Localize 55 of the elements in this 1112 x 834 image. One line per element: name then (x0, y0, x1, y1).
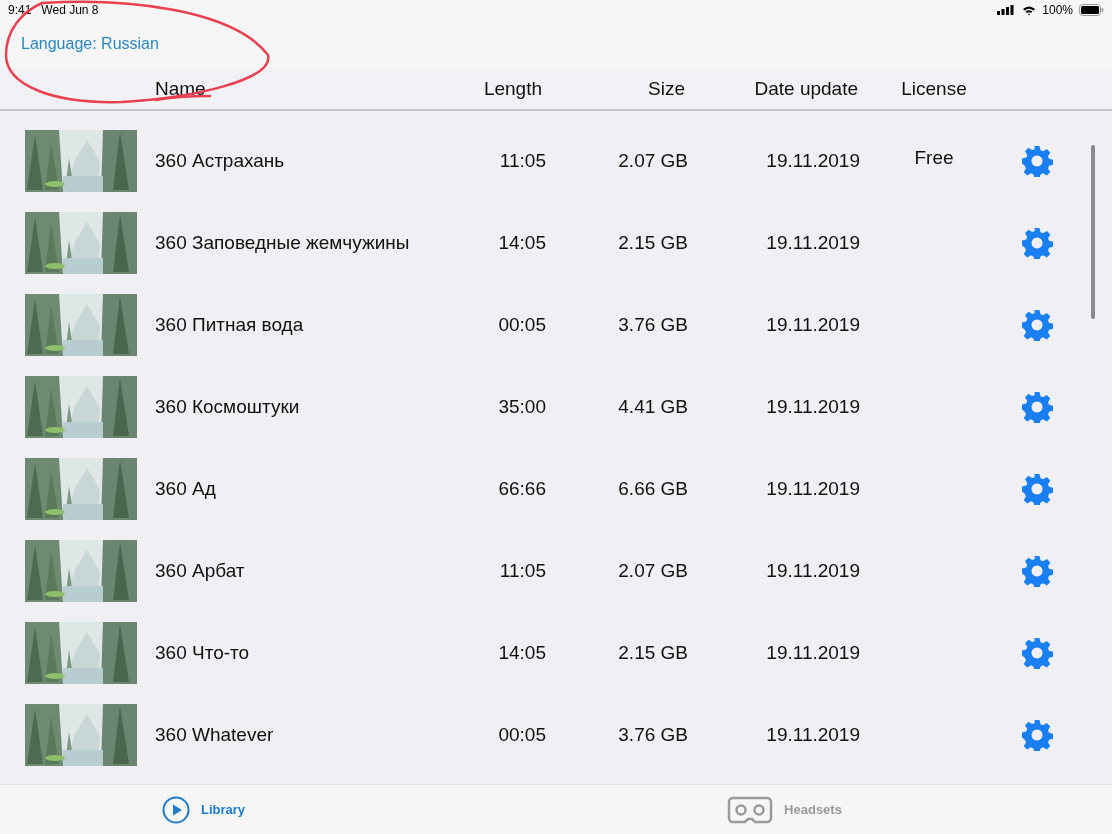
battery-icon (1079, 4, 1104, 16)
video-size: 2.15 GB (618, 642, 688, 664)
wifi-icon (1022, 4, 1037, 16)
video-length: 14:05 (498, 642, 546, 664)
video-size: 3.76 GB (618, 314, 688, 336)
video-length: 11:05 (499, 560, 546, 582)
settings-icon[interactable] (1021, 391, 1053, 423)
column-header[interactable]: Size (648, 77, 685, 100)
video-length: 66:66 (498, 478, 546, 500)
video-length: 00:05 (498, 724, 546, 746)
video-size: 6.66 GB (618, 478, 688, 500)
video-title: 360 Ад (154, 478, 216, 500)
video-title: 360 Whatever (154, 724, 274, 746)
update-date: 19.11.2019 (766, 560, 860, 582)
video-title: 360 Космоштуки (154, 396, 300, 418)
settings-icon[interactable] (1021, 145, 1053, 177)
settings-icon[interactable] (1021, 473, 1053, 505)
settings-icon[interactable] (1021, 637, 1053, 669)
settings-icon[interactable] (1021, 227, 1053, 259)
settings-icon[interactable] (1021, 555, 1053, 587)
battery-percent: 100% (1042, 3, 1073, 17)
video-title: 360 Заповедные жемчужины (154, 232, 410, 254)
tab[interactable]: Library (0, 785, 581, 834)
video-length: 35:00 (498, 396, 546, 418)
license-label: Free (914, 147, 954, 168)
video-length: 00:05 (498, 314, 546, 336)
video-title: 360 Питная вода (154, 314, 304, 336)
column-header[interactable]: License (901, 77, 967, 100)
video-size: 3.76 GB (618, 724, 688, 746)
video-title: 360 Что-то (154, 642, 250, 664)
headset-icon (727, 795, 774, 824)
video-size: 2.07 GB (618, 560, 688, 582)
video-size: 2.07 GB (618, 150, 688, 172)
settings-icon[interactable] (1021, 309, 1053, 341)
video-title: 360 Арбат (154, 560, 245, 582)
settings-icon[interactable] (1021, 719, 1053, 751)
video-length: 11:05 (499, 150, 546, 172)
play-icon (161, 795, 190, 824)
video-size: 2.15 GB (618, 232, 688, 254)
column-header[interactable]: Length (483, 77, 542, 100)
column-header[interactable]: Date update (754, 77, 858, 100)
video-length: 14:05 (498, 232, 546, 254)
video-size: 4.41 GB (618, 396, 688, 418)
update-date: 19.11.2019 (766, 724, 860, 746)
column-header[interactable]: Name (137, 77, 206, 100)
update-date: 19.11.2019 (766, 396, 860, 418)
signal-icon (997, 5, 1015, 15)
update-date: 19.11.2019 (766, 150, 860, 172)
update-date: 19.11.2019 (766, 232, 860, 254)
update-date: 19.11.2019 (766, 314, 860, 336)
video-title: 360 Астрахань (154, 150, 285, 172)
update-date: 19.11.2019 (766, 642, 860, 664)
update-date: 19.11.2019 (766, 478, 860, 500)
status-date: Wed Jun 8 (41, 3, 99, 17)
language-button[interactable]: Language: Russian (21, 35, 159, 53)
